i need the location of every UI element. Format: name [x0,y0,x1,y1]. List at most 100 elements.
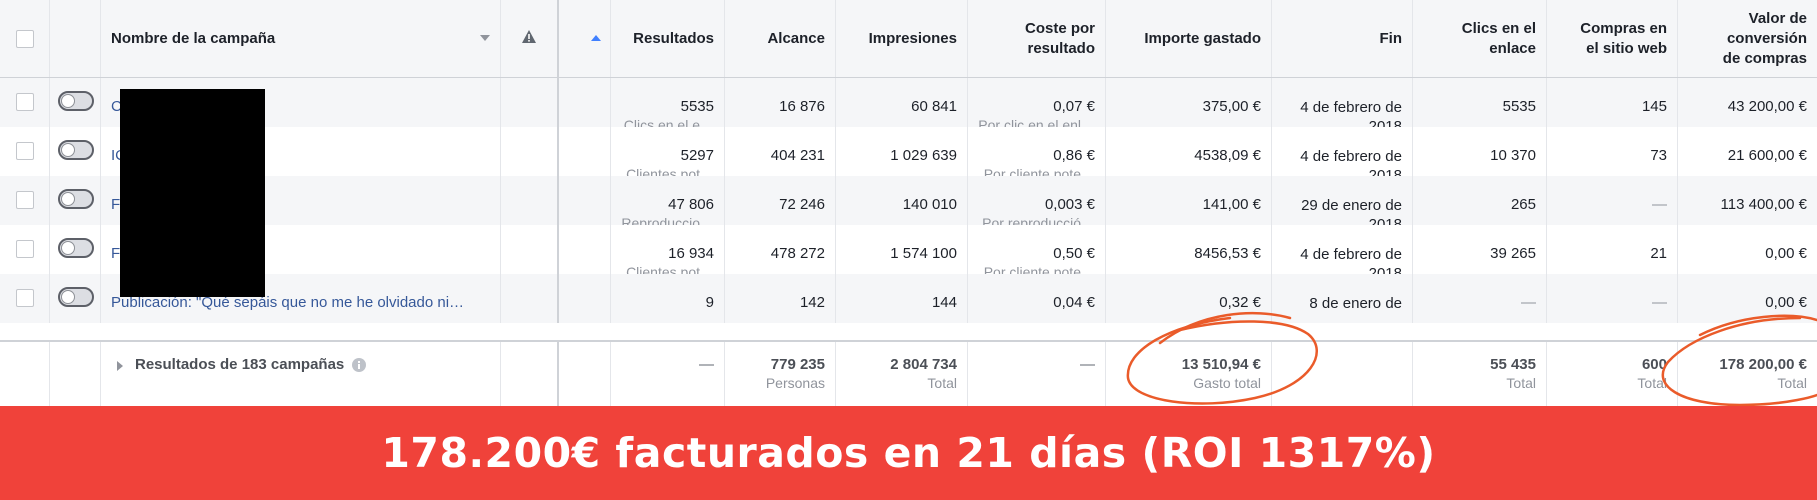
campaign-status-toggle[interactable] [58,287,94,307]
purchases-header[interactable]: Compras en el sitio web [1547,0,1678,77]
clicks-cell: — [1413,274,1547,323]
totals-label: Resultados de 183 campañas [135,356,345,373]
row-checkbox[interactable] [16,142,34,160]
cost-cell: 0,003 € Por reproducció… [968,176,1106,225]
table-row[interactable]: Publicación: "Qué sepáis que no me he ol… [0,274,1817,323]
row-toggle-cell [50,274,101,323]
campaign-name-link[interactable]: F [111,196,120,213]
value-cell: 21 600,00 € [1678,127,1817,176]
reach-value: 16 876 [779,98,825,115]
clicks-header[interactable]: Clics en el enlace [1413,0,1547,77]
toggle-header-cell [50,0,101,77]
row-checkbox[interactable] [16,191,34,209]
purchases-cell: — [1547,176,1678,225]
value-value: 0,00 € [1765,245,1807,262]
cost-value: 0,86 € [1053,147,1095,164]
clicks-cell: 39 265 [1413,225,1547,274]
totals-end-cell [1272,342,1413,406]
spent-value: 0,32 € [1219,294,1261,311]
sort-desc-icon[interactable] [480,35,490,43]
purchases-value: — [1652,196,1667,213]
clicks-header-label: Clics en el enlace [1423,19,1536,59]
campaign-status-toggle[interactable] [58,189,94,209]
reach-header[interactable]: Alcance [725,0,836,77]
end-date-line2: 2018 [1368,216,1402,225]
clicks-cell: 10 370 [1413,127,1547,176]
warning-icon [522,30,536,43]
table-row[interactable]: F 47 806 Reproduccio… 72 246 140 010 0,003 € P… [0,176,1817,225]
table-row[interactable]: F 16 934 Clientes pot… 478 272 1 574 100 0,50… [0,225,1817,274]
row-checkbox[interactable] [16,289,34,307]
end-header[interactable]: Fin [1272,0,1413,77]
impressions-value: 144 [931,294,957,311]
expand-caret-icon[interactable] [117,361,123,371]
totals-blank-4 [559,342,611,406]
totals-value: 178 200,00 € [1719,356,1807,373]
end-cell: 29 de enero de 2018 [1272,176,1413,225]
impressions-cell: 60 841 [836,78,968,127]
row-select-cell [0,127,50,176]
totals-purchases-sub: Total [1637,375,1667,391]
impressions-header[interactable]: Impresiones [836,0,968,77]
impressions-value: 1 029 639 [890,147,957,164]
totals-impressions-sub: Total [927,375,957,391]
value-header[interactable]: Valor de conversión de compras [1678,0,1817,77]
table-row[interactable]: IC 5297 Clientes pot… 404 231 1 029 639 0,86 … [0,127,1817,176]
row-checkbox[interactable] [16,240,34,258]
end-date-line2: 2018 [1368,265,1402,274]
end-header-label: Fin [1379,29,1403,47]
purchases-value: 21 [1650,245,1667,262]
totals-label-cell[interactable]: Resultados de 183 campañas [101,342,501,406]
cost-header[interactable]: Coste por resultado [968,0,1106,77]
purchases-header-line2: el sitio web [1586,39,1667,57]
info-icon[interactable] [351,357,367,373]
results-cell: 47 806 Reproduccio… [611,176,725,225]
spent-cell: 375,00 € [1106,78,1272,127]
campaign-status-toggle[interactable] [58,238,94,258]
impressions-value: 60 841 [911,98,957,115]
sort-asc-icon[interactable] [591,35,601,43]
cost-value: 0,04 € [1053,294,1095,311]
campaign-status-toggle[interactable] [58,140,94,160]
row-warning-cell [501,78,559,127]
clicks-value: 265 [1510,196,1536,213]
reach-header-label: Alcance [767,29,825,47]
spent-value: 141,00 € [1202,196,1261,213]
select-all-checkbox[interactable] [16,30,34,48]
table-row[interactable]: C 5535 Clics en el e… 16 876 60 841 0,07 € Por… [0,78,1817,127]
campaign-name-link[interactable]: F [111,245,120,262]
clicks-value: — [1521,294,1536,311]
row-select-cell [0,225,50,274]
row-checkbox[interactable] [16,93,34,111]
totals-clicks: 55 435 [1490,356,1536,373]
results-header[interactable]: Resultados [611,0,725,77]
results-subtext: Clientes pot… [626,166,714,176]
purchases-cell: — [1547,274,1678,323]
clicks-header-line2: enlace [1489,39,1536,57]
end-date-line1: 8 de enero de [1309,295,1402,312]
delivery-warning-header[interactable] [501,0,559,77]
campaign-status-toggle[interactable] [58,91,94,111]
end-date-line2: 2018 [1368,118,1402,127]
value-header-line1: Valor de [1748,9,1807,27]
totals-results: — [699,356,714,373]
results-value: 16 934 [668,245,714,262]
purchases-header-label: Compras en el sitio web [1557,19,1667,59]
row-select-cell [0,274,50,323]
value-value: 113 400,00 € [1720,196,1807,213]
totals-results-cell: — [611,342,725,406]
results-subtext: Reproduccio… [621,215,714,225]
value-header-line2: conversión [1726,29,1807,47]
headline-banner: 178.200€ facturados en 21 días (ROI 1317… [0,406,1817,500]
spent-header[interactable]: Importe gastado [1106,0,1272,77]
reach-value: 478 272 [770,245,825,262]
totals-spent: 13 510,94 € [1181,356,1261,373]
row-warning-cell [501,176,559,225]
value-cell: 0,00 € [1678,225,1817,274]
cost-value: 0,50 € [1053,245,1095,262]
clicks-value: 39 265 [1490,245,1536,262]
cost-cell: 0,86 € Por cliente pote… [968,127,1106,176]
sort-header[interactable] [559,0,611,77]
name-header[interactable]: Nombre de la campaña [101,0,501,77]
purchases-cell: 21 [1547,225,1678,274]
